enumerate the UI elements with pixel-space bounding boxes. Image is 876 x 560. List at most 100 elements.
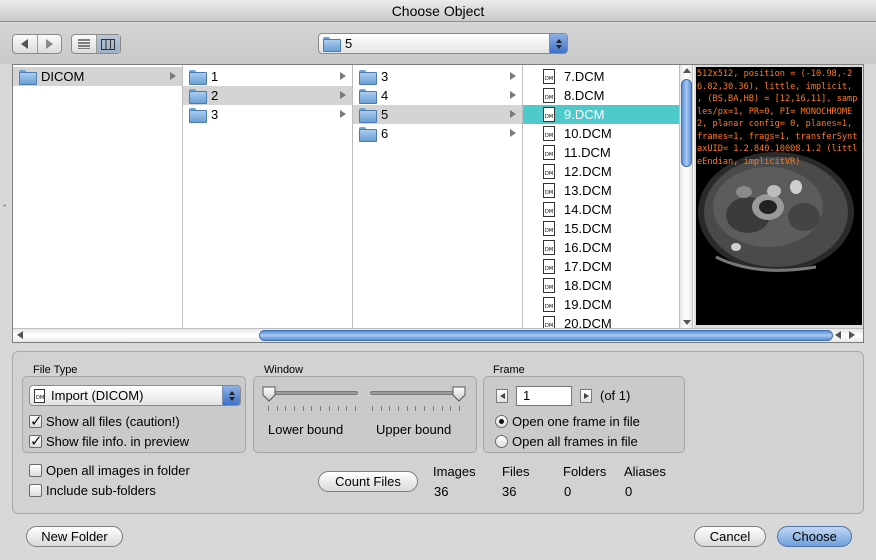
dicom-file-icon [543,107,555,122]
file-item[interactable]: 13.DCM [523,181,679,200]
dicom-file-icon [543,69,555,84]
path-popup[interactable]: 5 [318,33,568,54]
browser-column-4: 7.DCM 8.DCM 9.DCM 10.DCM 11.DCM 12.DCM 13.DCM 1… [523,65,679,331]
dicom-file-icon [543,126,555,141]
show-all-files-checkbox[interactable]: Show all files (caution!) [29,412,180,430]
folder-icon [19,70,37,85]
file-item[interactable]: 8.DCM [523,86,679,105]
file-item[interactable]: 17.DCM [523,257,679,276]
open-one-frame-radio[interactable]: Open one frame in file [495,414,640,429]
vertical-scroll-thumb[interactable] [681,79,692,167]
item-label: 5 [381,107,389,122]
path-popup-value: 5 [345,36,353,51]
ct-slice-image: 512x512, position = (-10.98,-26.82,30.36… [696,67,862,325]
frame-previous-button[interactable] [496,389,508,403]
forward-button[interactable] [38,35,62,53]
choose-button[interactable]: Choose [777,526,852,547]
folder-item[interactable]: DICOM [13,67,182,86]
checkbox-unchecked-icon [29,484,42,497]
folder-item[interactable]: 1 [183,67,352,86]
show-file-info-checkbox[interactable]: Show file info. in preview [29,432,190,450]
resize-handle-icon[interactable]: ‸ [3,196,6,207]
folder-icon [359,127,377,142]
dicom-file-icon [543,164,555,179]
open-all-frames-label: Open all frames in file [512,434,638,449]
dicom-file-icon [543,259,555,274]
horizontal-scroll-thumb[interactable] [259,330,833,341]
checkbox-checked-icon [29,412,43,430]
upper-bound-track[interactable] [370,391,462,395]
file-item[interactable]: 18.DCM [523,276,679,295]
item-label: 3 [211,107,219,122]
upper-bound-ticks [372,406,460,411]
open-all-images-checkbox[interactable]: Open all images in folder [29,463,190,478]
item-label: DICOM [41,69,85,84]
forward-arrow-icon [45,39,53,49]
dicom-file-icon [543,145,555,160]
scroll-down-icon [683,320,691,325]
files-count: 36 [502,484,517,499]
list-view-button[interactable] [72,35,97,53]
open-all-images-label: Open all images in folder [46,463,190,478]
new-folder-button[interactable]: New Folder [26,526,123,547]
back-forward-control [12,34,62,54]
file-column-scrollbar[interactable] [679,65,693,328]
item-label: 10.DCM [564,126,612,141]
folder-item[interactable]: 4 [353,86,522,105]
item-label: 11.DCM [564,145,611,160]
disclosure-arrow-icon [340,72,346,80]
item-label: 17.DCM [564,259,612,274]
folder-item[interactable]: 2 [183,86,352,105]
file-item[interactable]: 11.DCM [523,143,679,162]
folder-item[interactable]: 6 [353,124,522,143]
browser-column-1: DICOM [13,65,183,328]
scroll-right-icon [849,331,855,339]
show-file-info-label: Show file info. in preview [46,434,190,449]
dicom-file-icon [34,388,45,403]
item-label: 9.DCM [564,107,605,122]
dicom-file-icon [543,202,555,217]
open-one-frame-label: Open one frame in file [512,414,640,429]
lower-bound-label: Lower bound [268,422,344,437]
disclosure-arrow-icon [170,72,176,80]
dicom-file-icon [543,278,555,293]
folder-item[interactable]: 3 [183,105,352,124]
disclosure-arrow-icon [510,91,516,99]
frame-next-button[interactable] [580,389,592,403]
file-item[interactable]: 7.DCM [523,67,679,86]
horizontal-scrollbar[interactable] [13,328,863,342]
file-type-label: File Type [33,364,78,376]
file-item[interactable]: 15.DCM [523,219,679,238]
lower-bound-knob[interactable] [262,386,276,402]
folder-item[interactable]: 5 [353,105,522,124]
aliases-count: 0 [625,484,633,499]
file-item[interactable]: 16.DCM [523,238,679,257]
lower-bound-track[interactable] [266,391,358,395]
frame-count: (of 1) [600,388,631,403]
back-button[interactable] [13,35,38,53]
item-label: 7.DCM [564,69,605,84]
dicom-file-icon [543,183,555,198]
folder-item[interactable]: 3 [353,67,522,86]
item-label: 19.DCM [564,297,612,312]
file-type-popup[interactable]: Import (DICOM) [29,385,241,406]
cancel-button[interactable]: Cancel [694,526,766,547]
file-item[interactable]: 19.DCM [523,295,679,314]
dicom-file-icon [543,297,555,312]
folders-count: 0 [564,484,572,499]
folder-icon [189,108,207,123]
include-subfolders-checkbox[interactable]: Include sub-folders [29,483,156,498]
file-item[interactable]: 14.DCM [523,200,679,219]
file-item[interactable]: 10.DCM [523,124,679,143]
upper-bound-knob[interactable] [452,386,466,402]
frame-number-field[interactable]: 1 [516,386,572,406]
frame-group: 1 (of 1) Open one frame in file Open all… [483,376,685,453]
count-files-button[interactable]: Count Files [318,471,418,492]
previous-frame-icon [499,393,505,399]
file-item[interactable]: 12.DCM [523,162,679,181]
popup-arrows-icon [222,386,240,405]
open-all-frames-radio[interactable]: Open all frames in file [495,434,638,449]
folder-icon [359,108,377,123]
file-item[interactable]: 9.DCM [523,105,679,124]
column-view-button[interactable] [96,35,120,53]
